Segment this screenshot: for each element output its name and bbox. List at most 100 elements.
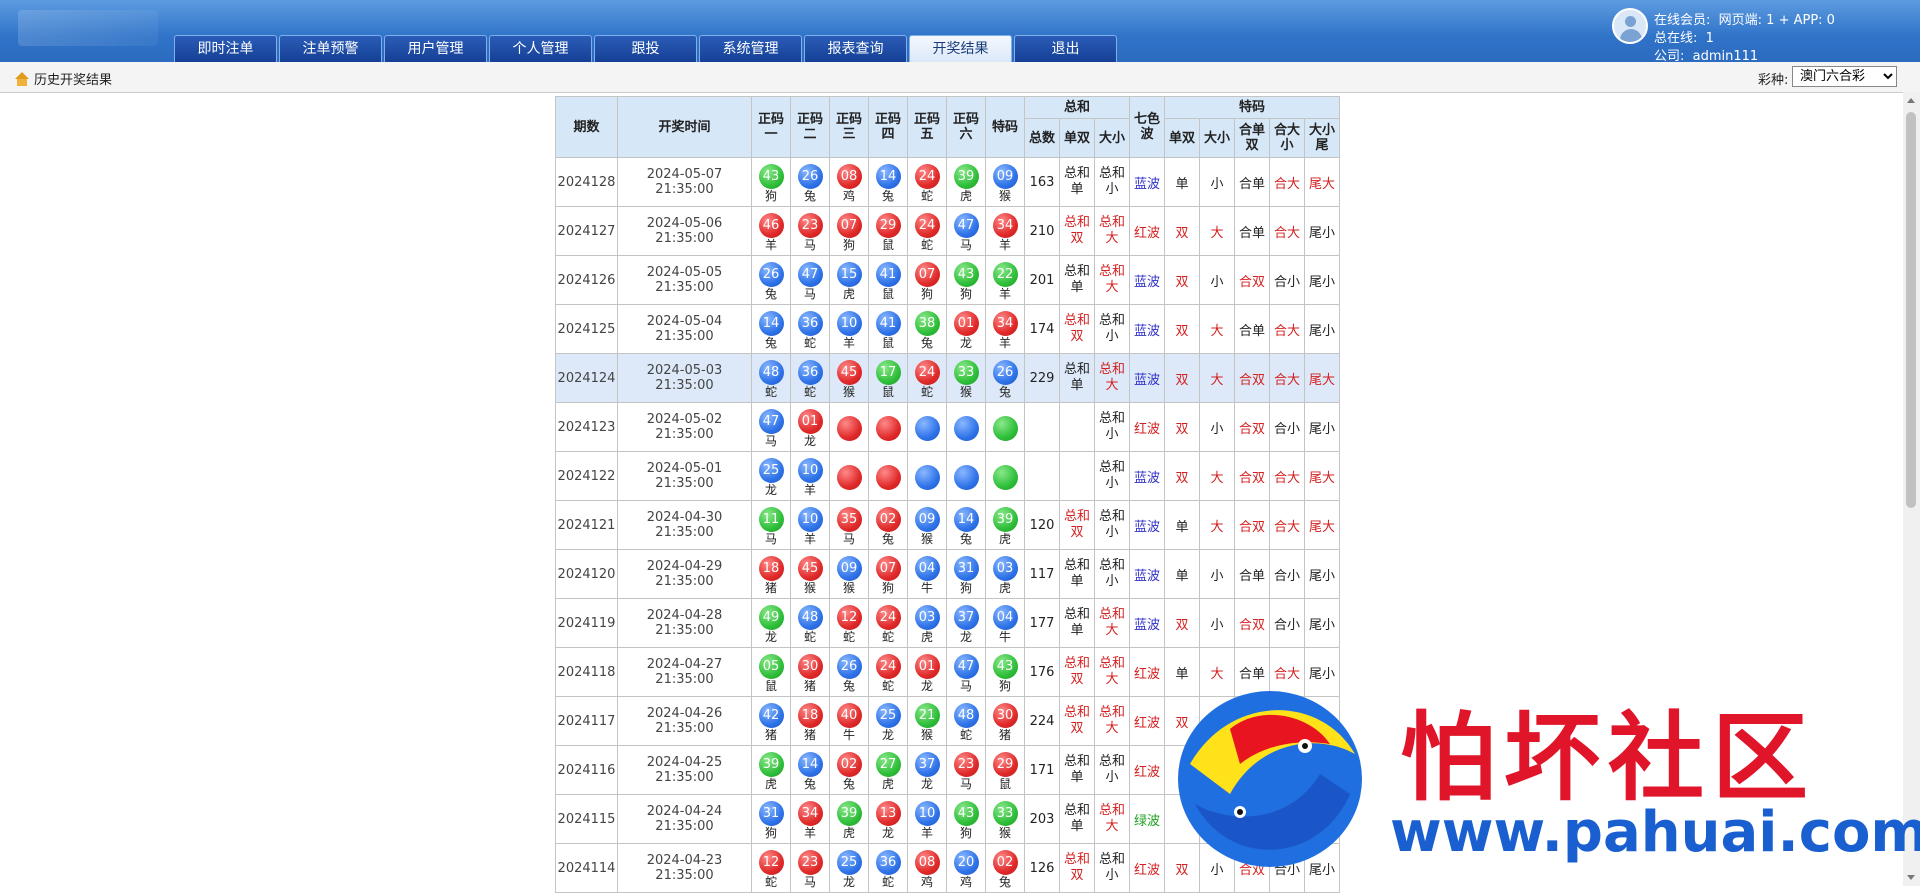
zodiac-label: 马 bbox=[764, 531, 777, 546]
zodiac-label: 猴 bbox=[920, 727, 933, 742]
ball-icon: 40 bbox=[836, 702, 862, 728]
ball-icon: 26 bbox=[836, 653, 862, 679]
ball-cell: 45 猴 bbox=[829, 353, 869, 403]
sum-big-small-prefix: 总和 bbox=[1098, 166, 1125, 181]
sum-odd-even-prefix: 总和 bbox=[1063, 313, 1090, 328]
table-row: 2024128 2024-05-07 21:35:00 43 狗 26 兔 08 鸡 14 兔 24… bbox=[555, 157, 1340, 207]
nav-tab-6[interactable]: 报表查询 bbox=[804, 35, 907, 62]
sum-odd-even-prefix: 总和 bbox=[1063, 264, 1090, 279]
ball-icon: 31 bbox=[953, 555, 979, 581]
ball-icon: 05 bbox=[758, 653, 784, 679]
special-attr-cell: 合小 bbox=[1269, 843, 1305, 893]
ball-cell: 43 狗 bbox=[946, 794, 986, 844]
header-zhengma-2: 正码二 bbox=[790, 96, 830, 158]
table-row: 2024119 2024-04-28 21:35:00 49 龙 48 蛇 12 蛇 24 蛇 03… bbox=[555, 598, 1340, 648]
special-ball-cell: 33 猴 bbox=[985, 794, 1025, 844]
ball-cell: 23 马 bbox=[790, 206, 830, 256]
special-attr-cell: 合双 bbox=[1234, 353, 1270, 403]
ball-cell: 42 猪 bbox=[751, 696, 791, 746]
color-wave-cell: 红波 bbox=[1129, 745, 1165, 795]
ball-icon: 07 bbox=[836, 212, 862, 238]
ball-icon: 23 bbox=[797, 849, 823, 875]
ball-icon: 02 bbox=[875, 506, 901, 532]
header-sum-odd-even: 单双 bbox=[1059, 118, 1095, 158]
color-wave-cell: 蓝波 bbox=[1129, 157, 1165, 207]
special-attr-cell: 合双 bbox=[1234, 402, 1270, 452]
scroll-down-icon[interactable] bbox=[1903, 869, 1920, 886]
nav-tab-3[interactable]: 个人管理 bbox=[489, 35, 592, 62]
table-row: 2024123 2024-05-02 21:35:00 47 马 01 龙总和小红波双小合… bbox=[555, 402, 1340, 452]
zodiac-label: 狗 bbox=[959, 286, 972, 301]
table-row: 2024122 2024-05-01 21:35:00 25 龙 10 羊总和小蓝波双大合… bbox=[555, 451, 1340, 501]
special-attr-cell: 小 bbox=[1199, 549, 1235, 599]
special-attr-cell: 双 bbox=[1164, 304, 1200, 354]
special-attr-cell: 尾大 bbox=[1304, 353, 1340, 403]
special-attr-cell: 双 bbox=[1164, 843, 1200, 893]
lottery-select[interactable]: 澳门六合彩 bbox=[1792, 66, 1897, 87]
nav-tab-0[interactable]: 即时注单 bbox=[174, 35, 277, 62]
ball-cell: 09 猴 bbox=[829, 549, 869, 599]
ball-cell: 37 龙 bbox=[946, 598, 986, 648]
sum-big-small-value: 大 bbox=[1105, 819, 1119, 834]
period-cell: 2024127 bbox=[555, 206, 618, 256]
sum-big-small-prefix: 总和 bbox=[1098, 705, 1125, 720]
scroll-thumb[interactable] bbox=[1906, 112, 1916, 508]
nav-tab-4[interactable]: 跟投 bbox=[594, 35, 697, 62]
ball-icon bbox=[875, 464, 901, 490]
zodiac-label: 虎 bbox=[998, 531, 1011, 546]
special-ball-cell: 39 虎 bbox=[985, 500, 1025, 550]
sum-odd-even bbox=[1059, 451, 1095, 501]
zodiac-label: 猪 bbox=[803, 678, 816, 693]
nav-tab-8[interactable]: 退出 bbox=[1014, 35, 1117, 62]
zodiac-label: 狗 bbox=[959, 825, 972, 840]
ball-icon: 49 bbox=[758, 604, 784, 630]
period-cell: 2024125 bbox=[555, 304, 618, 354]
ball-cell bbox=[946, 402, 986, 452]
header-zhengma-1: 正码一 bbox=[751, 96, 791, 158]
zodiac-label: 蛇 bbox=[920, 188, 933, 203]
sum-odd-even-prefix: 总和 bbox=[1063, 558, 1090, 573]
ball-cell bbox=[946, 451, 986, 501]
sum-odd-even: 总和双 bbox=[1059, 500, 1095, 550]
ball-cell: 36 蛇 bbox=[868, 843, 908, 893]
table-row: 2024125 2024-05-04 21:35:00 14 兔 36 蛇 10 羊 41 鼠 38… bbox=[555, 304, 1340, 354]
nav-tab-7[interactable]: 开奖结果 bbox=[909, 35, 1012, 62]
ball-cell: 41 鼠 bbox=[868, 255, 908, 305]
ball-icon: 14 bbox=[797, 751, 823, 777]
ball-icon: 13 bbox=[875, 800, 901, 826]
zodiac-label: 鼠 bbox=[881, 384, 894, 399]
ball-icon: 29 bbox=[875, 212, 901, 238]
special-attr-cell: 小 bbox=[1199, 402, 1235, 452]
special-attr-cell: 合大 bbox=[1269, 647, 1305, 697]
sum-odd-even: 总和双 bbox=[1059, 304, 1095, 354]
nav-tab-2[interactable]: 用户管理 bbox=[384, 35, 487, 62]
draw-time-cell: 2024-05-05 21:35:00 bbox=[617, 255, 752, 305]
zodiac-label: 猪 bbox=[998, 727, 1011, 742]
nav-tab-5[interactable]: 系统管理 bbox=[699, 35, 802, 62]
ball-icon: 35 bbox=[836, 506, 862, 532]
zodiac-label: 虎 bbox=[764, 776, 777, 791]
ball-icon: 33 bbox=[992, 800, 1018, 826]
ball-icon: 20 bbox=[953, 849, 979, 875]
sum-big-small-value: 大 bbox=[1105, 721, 1119, 736]
zodiac-label: 蛇 bbox=[803, 335, 816, 350]
sum-big-small-prefix: 总和 bbox=[1098, 803, 1125, 818]
ball-icon: 31 bbox=[758, 800, 784, 826]
sum-big-small: 总和大 bbox=[1094, 598, 1130, 648]
sum-odd-even-value: 单 bbox=[1070, 819, 1084, 834]
page-scrollbar[interactable] bbox=[1903, 92, 1920, 886]
breadcrumb[interactable]: 历史开奖结果 bbox=[14, 69, 112, 88]
ball-icon: 23 bbox=[953, 751, 979, 777]
color-wave-cell: 蓝波 bbox=[1129, 451, 1165, 501]
ball-icon: 43 bbox=[953, 800, 979, 826]
sum-odd-even: 总和双 bbox=[1059, 647, 1095, 697]
nav-tab-1[interactable]: 注单预警 bbox=[279, 35, 382, 62]
header-special: 特码 bbox=[985, 96, 1025, 158]
zodiac-label: 羊 bbox=[920, 825, 933, 840]
ball-icon: 27 bbox=[875, 751, 901, 777]
table-row: 2024118 2024-04-27 21:35:00 05 鼠 30 猪 26 兔 24 蛇 01… bbox=[555, 647, 1340, 697]
ball-cell: 48 蛇 bbox=[946, 696, 986, 746]
scroll-up-icon[interactable] bbox=[1903, 92, 1920, 109]
special-attr-cell: 尾小 bbox=[1304, 647, 1340, 697]
sum-total-cell: 176 bbox=[1024, 647, 1060, 697]
